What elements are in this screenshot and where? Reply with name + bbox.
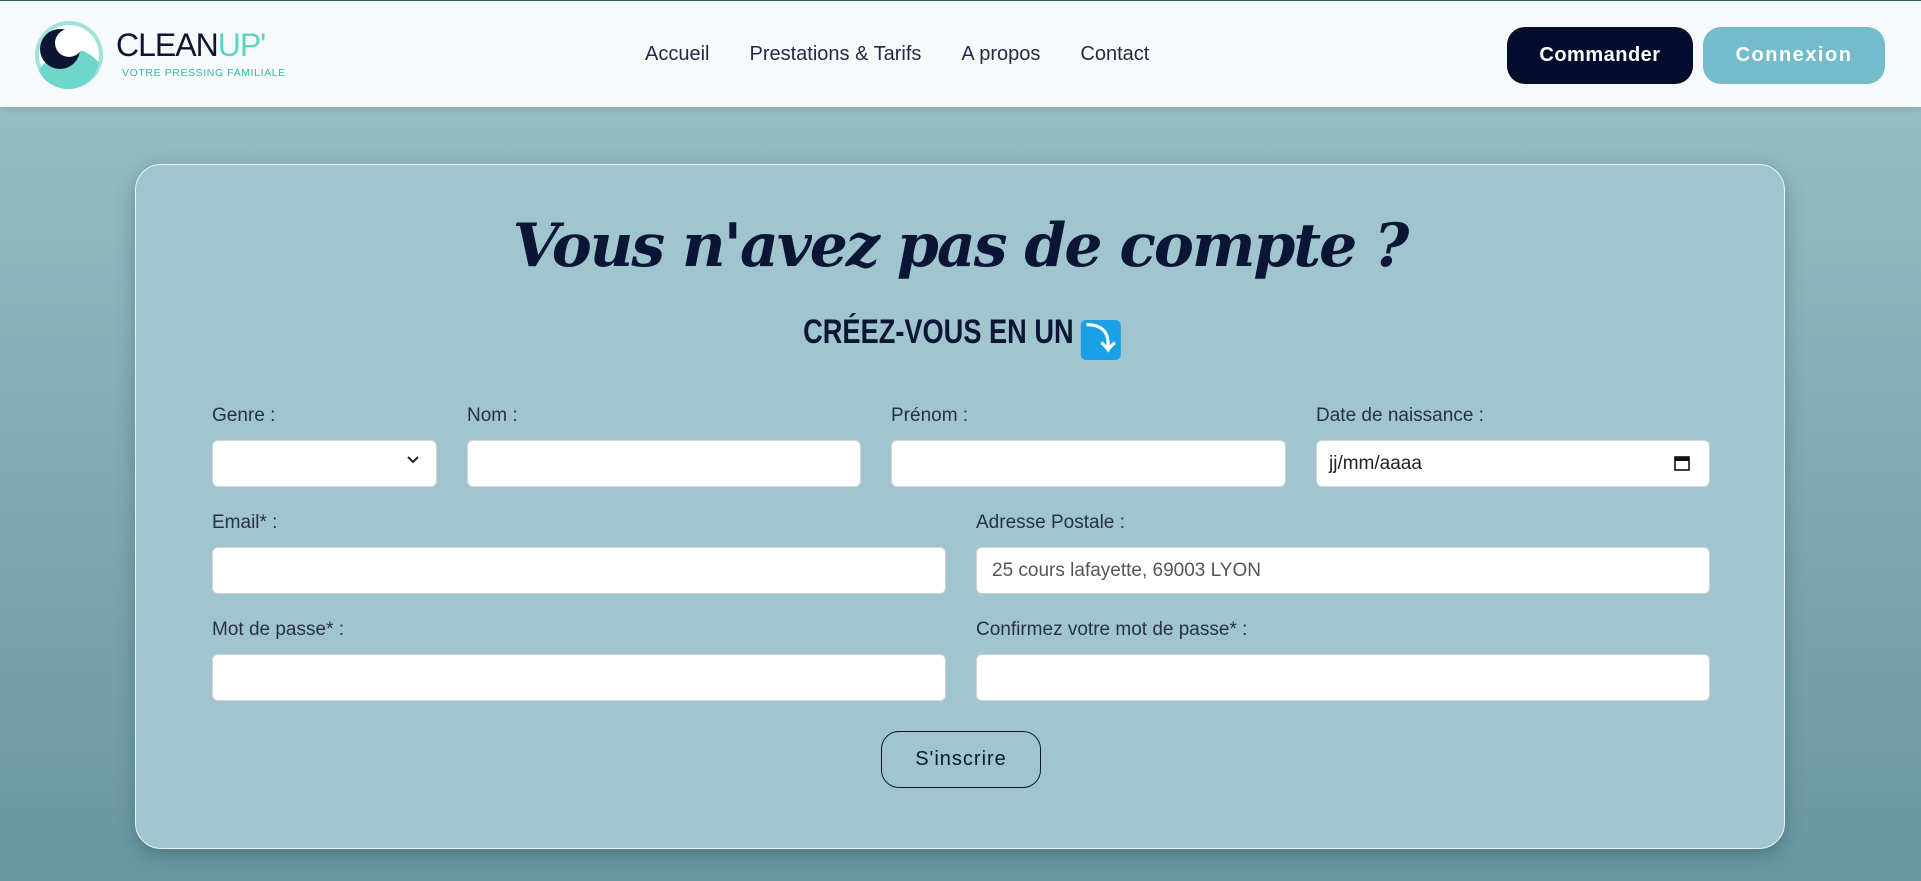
form-subtitle: CRÉEZ-VOUS EN UN ⤵ — [301, 313, 1619, 360]
genre-select[interactable] — [212, 440, 437, 487]
genre-label: Genre : — [212, 405, 276, 426]
date-naissance-label: Date de naissance : — [1316, 405, 1484, 426]
password-label: Mot de passe* : — [212, 619, 345, 640]
site-logo[interactable]: CLEANUP' VOTRE PRESSING FAMILIALE — [33, 17, 293, 95]
logo-wave-icon — [35, 21, 103, 89]
email-input[interactable] — [212, 547, 946, 594]
logo-tagline: VOTRE PRESSING FAMILIALE — [122, 67, 286, 79]
password-confirm-label: Confirmez votre mot de passe* : — [976, 619, 1248, 640]
email-label: Email* : — [212, 512, 278, 533]
prenom-input[interactable] — [891, 440, 1286, 487]
nav-link-contact[interactable]: Contact — [1080, 43, 1149, 66]
password-input[interactable] — [212, 654, 946, 701]
logo-text: CLEANUP' — [116, 27, 266, 63]
date-naissance-input[interactable]: jj/mm/aaaa — [1316, 440, 1710, 487]
sinscrire-button[interactable]: S'inscrire — [881, 731, 1041, 788]
nom-input[interactable] — [467, 440, 861, 487]
adresse-label: Adresse Postale : — [976, 512, 1125, 533]
calendar-icon[interactable] — [1673, 454, 1691, 472]
connexion-button[interactable]: Connexion — [1703, 27, 1885, 84]
signup-card: Vous n'avez pas de compte ? CRÉEZ-VOUS E… — [135, 164, 1785, 849]
main-nav: Accueil Prestations & Tarifs A propos Co… — [645, 43, 1149, 66]
adresse-input[interactable] — [976, 547, 1710, 594]
navbar: CLEANUP' VOTRE PRESSING FAMILIALE Accuei… — [0, 0, 1921, 107]
chevron-down-icon — [407, 456, 419, 464]
nav-link-a-propos[interactable]: A propos — [961, 43, 1040, 66]
nav-link-accueil[interactable]: Accueil — [645, 43, 709, 66]
date-naissance-value: jj/mm/aaaa — [1329, 453, 1422, 474]
form-title: Vous n'avez pas de compte ? — [512, 211, 1410, 281]
arrow-down-right-icon: ⤵ — [1080, 320, 1121, 360]
commander-button[interactable]: Commander — [1507, 27, 1693, 84]
nav-link-prestations-tarifs[interactable]: Prestations & Tarifs — [749, 43, 921, 66]
nom-label: Nom : — [467, 405, 518, 426]
password-confirm-input[interactable] — [976, 654, 1710, 701]
prenom-label: Prénom : — [891, 405, 969, 426]
